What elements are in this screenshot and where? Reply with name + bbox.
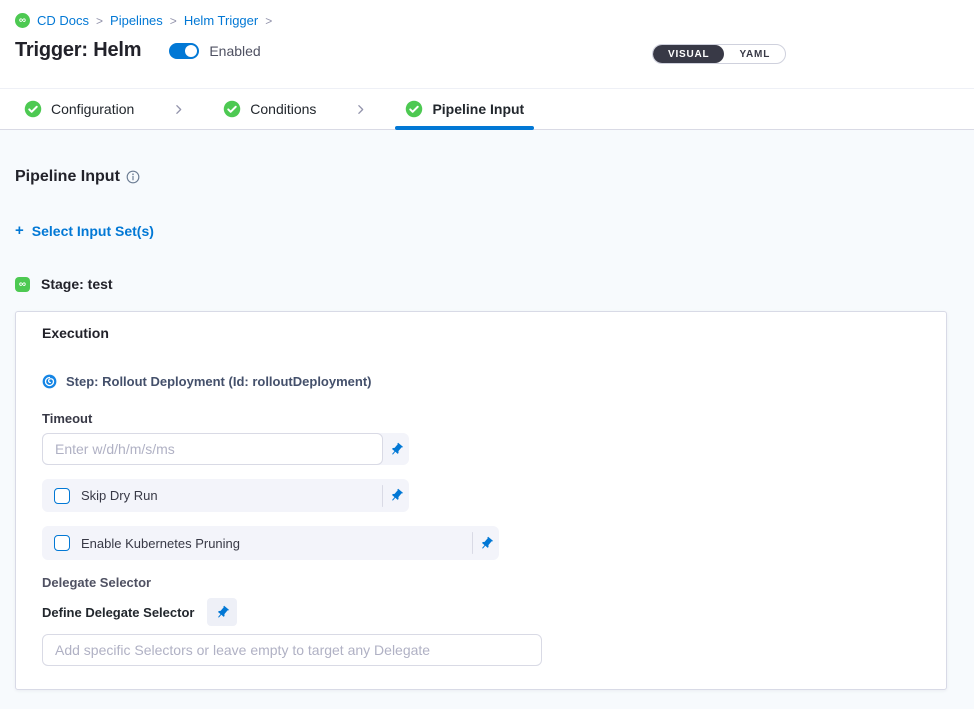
skip-dry-run-checkbox[interactable]: [54, 488, 70, 504]
timeout-input-group: [42, 433, 409, 465]
enabled-toggle-label: Enabled: [209, 43, 260, 59]
pin-icon[interactable]: [383, 433, 409, 465]
stage-header: ∞ Stage: test: [15, 276, 959, 292]
section-title: Pipeline Input: [15, 168, 120, 186]
breadcrumb-separator: >: [265, 14, 272, 28]
visual-mode-button[interactable]: VISUAL: [653, 45, 724, 63]
checkbox-label: Enable Kubernetes Pruning: [81, 536, 240, 551]
breadcrumb-link-cd-docs[interactable]: CD Docs: [37, 13, 89, 28]
chevron-right-icon: [172, 103, 185, 116]
rollout-step-icon: [42, 374, 57, 389]
page-title: Trigger: Helm: [15, 39, 141, 62]
pin-button[interactable]: [207, 598, 237, 626]
tab-pipeline-input[interactable]: Pipeline Input: [395, 89, 534, 129]
enable-kubernetes-pruning-checkbox[interactable]: [54, 535, 70, 551]
breadcrumb-link-helm-trigger[interactable]: Helm Trigger: [184, 13, 258, 28]
timeout-input[interactable]: [42, 433, 383, 465]
step-label: Step: Rollout Deployment (Id: rolloutDep…: [66, 374, 372, 389]
execution-card-title: Execution: [42, 325, 920, 341]
skip-dry-run-row[interactable]: Skip Dry Run: [42, 479, 409, 512]
chevron-right-icon: [354, 103, 367, 116]
breadcrumb-separator: >: [96, 14, 103, 28]
define-delegate-selector-label: Define Delegate Selector: [42, 605, 194, 620]
visual-yaml-toggle: VISUAL YAML: [652, 44, 786, 64]
enabled-toggle[interactable]: [169, 43, 199, 59]
info-icon[interactable]: [126, 170, 140, 184]
check-circle-icon: [24, 100, 42, 118]
breadcrumb: ∞ CD Docs > Pipelines > Helm Trigger >: [15, 13, 959, 28]
pin-icon[interactable]: [383, 488, 409, 503]
yaml-mode-button[interactable]: YAML: [724, 45, 785, 63]
select-input-sets-label: Select Input Set(s): [32, 223, 154, 239]
toggle-knob: [185, 45, 197, 57]
checkbox-label: Skip Dry Run: [81, 488, 158, 503]
breadcrumb-separator: >: [170, 14, 177, 28]
select-input-sets-link[interactable]: + Select Input Set(s): [15, 222, 154, 239]
delegate-selector-label: Delegate Selector: [42, 575, 920, 590]
tab-label: Conditions: [250, 101, 316, 117]
section-heading: Pipeline Input: [15, 168, 959, 186]
pipeline-input-panel: Pipeline Input + Select Input Set(s) ∞ S…: [0, 168, 974, 690]
wizard-tab-bar: Configuration Conditions Pipeline Input: [0, 88, 974, 130]
pin-icon[interactable]: [473, 536, 499, 551]
step-header: Step: Rollout Deployment (Id: rolloutDep…: [42, 374, 920, 389]
page-header: ∞ CD Docs > Pipelines > Helm Trigger > T…: [0, 0, 974, 88]
enable-kubernetes-pruning-row[interactable]: Enable Kubernetes Pruning: [42, 526, 499, 560]
title-row: Trigger: Helm Enabled: [15, 39, 959, 62]
check-circle-icon: [405, 100, 423, 118]
stage-label: Stage: test: [41, 276, 113, 292]
delegate-selector-input[interactable]: [42, 634, 542, 666]
breadcrumb-link-pipelines[interactable]: Pipelines: [110, 13, 163, 28]
define-delegate-selector-row: Define Delegate Selector: [42, 598, 920, 626]
timeout-label: Timeout: [42, 411, 920, 426]
harness-cd-icon: ∞: [15, 13, 30, 28]
execution-card: Execution Step: Rollout Deployment (Id: …: [15, 311, 947, 690]
stage-icon: ∞: [15, 277, 30, 292]
tab-configuration[interactable]: Configuration: [14, 89, 144, 129]
check-circle-icon: [223, 100, 241, 118]
tab-label: Pipeline Input: [432, 101, 524, 117]
plus-icon: +: [15, 222, 24, 239]
tab-conditions[interactable]: Conditions: [213, 89, 326, 129]
tab-label: Configuration: [51, 101, 134, 117]
